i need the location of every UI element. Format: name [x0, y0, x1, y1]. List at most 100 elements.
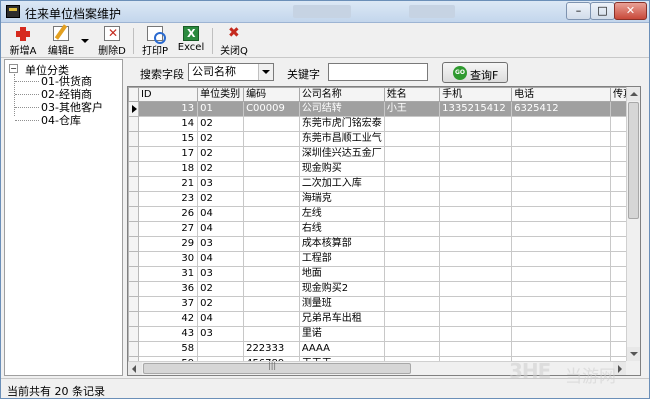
- cell-company[interactable]: 成本核算部: [298, 236, 385, 252]
- cell-company[interactable]: 右线: [298, 221, 385, 237]
- cell-name[interactable]: [383, 131, 441, 147]
- print-button[interactable]: 打印P: [139, 26, 171, 57]
- cell-phone[interactable]: [511, 296, 612, 312]
- cell-id[interactable]: 13: [137, 101, 199, 117]
- cell-company[interactable]: 现金购买: [298, 161, 385, 177]
- cell-category[interactable]: 02: [197, 191, 245, 207]
- table-row[interactable]: 58 222333 AAAA: [128, 341, 640, 357]
- cell-category[interactable]: 02: [197, 281, 245, 297]
- cell-company[interactable]: 地面: [298, 266, 385, 282]
- cell-name[interactable]: [383, 236, 441, 252]
- cell-id[interactable]: 21: [137, 176, 199, 192]
- cell-phone[interactable]: [511, 251, 612, 267]
- cell-mobile[interactable]: [439, 251, 513, 267]
- tree-item-other-customer[interactable]: 03-其他客户: [41, 101, 103, 114]
- column-header-name[interactable]: 姓名: [383, 87, 441, 102]
- cell-phone[interactable]: [511, 146, 612, 162]
- cell-phone[interactable]: [511, 341, 612, 357]
- records-grid[interactable]: ID 单位类别 编码 公司名称 姓名 手机 电话 传真 13 01 C00009 公司…: [127, 86, 641, 376]
- cell-code[interactable]: [243, 296, 300, 312]
- vertical-scrollbar[interactable]: [626, 87, 640, 361]
- cell-id[interactable]: 30: [137, 251, 199, 267]
- table-row[interactable]: 18 02 现金购买: [128, 161, 640, 177]
- row-indicator[interactable]: [128, 251, 139, 267]
- row-indicator[interactable]: [128, 146, 139, 162]
- delete-button[interactable]: 删除D: [95, 26, 129, 57]
- column-header-category[interactable]: 单位类别: [197, 87, 245, 102]
- cell-code[interactable]: [243, 206, 300, 222]
- cell-company[interactable]: 兄弟吊车出租: [298, 311, 385, 327]
- close-button[interactable]: ✕: [614, 2, 647, 20]
- cell-code[interactable]: [243, 311, 300, 327]
- cell-company[interactable]: AAAA: [298, 341, 385, 357]
- row-indicator[interactable]: [128, 161, 139, 177]
- column-header-phone[interactable]: 电话: [511, 87, 612, 102]
- cell-code[interactable]: C00009: [243, 101, 300, 117]
- table-row[interactable]: 27 04 右线: [128, 221, 640, 237]
- cell-name[interactable]: [383, 341, 441, 357]
- scroll-up-icon[interactable]: [627, 87, 640, 101]
- cell-code[interactable]: [243, 176, 300, 192]
- cell-phone[interactable]: [511, 281, 612, 297]
- keyword-input[interactable]: [328, 63, 428, 81]
- chevron-down-icon[interactable]: [258, 64, 273, 80]
- cell-phone[interactable]: [511, 221, 612, 237]
- cell-category[interactable]: 03: [197, 236, 245, 252]
- cell-name[interactable]: [383, 326, 441, 342]
- cell-mobile[interactable]: [439, 116, 513, 132]
- cell-mobile[interactable]: [439, 281, 513, 297]
- cell-category[interactable]: 04: [197, 311, 245, 327]
- cell-id[interactable]: 18: [137, 161, 199, 177]
- row-indicator[interactable]: [128, 101, 139, 117]
- cell-mobile[interactable]: [439, 311, 513, 327]
- cell-name[interactable]: [383, 311, 441, 327]
- cell-name[interactable]: [383, 161, 441, 177]
- search-field-select[interactable]: 公司名称: [188, 63, 274, 81]
- cell-name[interactable]: [383, 191, 441, 207]
- cell-category[interactable]: 02: [197, 131, 245, 147]
- cell-mobile[interactable]: [439, 176, 513, 192]
- maximize-button[interactable]: □: [590, 2, 615, 20]
- cell-phone[interactable]: [511, 191, 612, 207]
- cell-id[interactable]: 29: [137, 236, 199, 252]
- table-row[interactable]: 15 02 东莞市昌顺工业气: [128, 131, 640, 147]
- row-indicator[interactable]: [128, 341, 139, 357]
- cell-phone[interactable]: [511, 236, 612, 252]
- cell-category[interactable]: 02: [197, 161, 245, 177]
- cell-code[interactable]: [243, 236, 300, 252]
- cell-id[interactable]: 37: [137, 296, 199, 312]
- query-button[interactable]: GO 查询F: [442, 62, 508, 83]
- row-indicator[interactable]: [128, 236, 139, 252]
- row-indicator[interactable]: [128, 176, 139, 192]
- cell-code[interactable]: [243, 266, 300, 282]
- cell-code[interactable]: [243, 146, 300, 162]
- cell-phone[interactable]: [511, 326, 612, 342]
- cell-phone[interactable]: [511, 266, 612, 282]
- cell-category[interactable]: 03: [197, 176, 245, 192]
- cell-mobile[interactable]: 1335215412: [439, 101, 513, 117]
- cell-company[interactable]: 测量班: [298, 296, 385, 312]
- add-button[interactable]: 新增A: [7, 26, 39, 57]
- row-indicator[interactable]: [128, 116, 139, 132]
- cell-category[interactable]: 03: [197, 266, 245, 282]
- cell-mobile[interactable]: [439, 206, 513, 222]
- column-header-mobile[interactable]: 手机: [439, 87, 513, 102]
- cell-company[interactable]: 深圳佳兴达五金厂: [298, 146, 385, 162]
- cell-company[interactable]: 东莞市昌顺工业气: [298, 131, 385, 147]
- table-row[interactable]: 21 03 二次加工入库: [128, 176, 640, 192]
- cell-code[interactable]: [243, 191, 300, 207]
- cell-category[interactable]: 04: [197, 221, 245, 237]
- exit-button[interactable]: 关闭Q: [217, 25, 251, 57]
- cell-company[interactable]: 海瑞克: [298, 191, 385, 207]
- column-header-id[interactable]: ID: [137, 87, 199, 102]
- cell-code[interactable]: [243, 131, 300, 147]
- cell-category[interactable]: 03: [197, 326, 245, 342]
- cell-name[interactable]: [383, 221, 441, 237]
- scroll-thumb[interactable]: [628, 102, 639, 219]
- cell-id[interactable]: 27: [137, 221, 199, 237]
- scroll-left-icon[interactable]: [128, 362, 142, 375]
- tree-collapse-toggle[interactable]: −: [9, 64, 18, 73]
- tree-item-warehouse[interactable]: 04-仓库: [41, 114, 81, 127]
- cell-code[interactable]: [243, 221, 300, 237]
- cell-name[interactable]: [383, 176, 441, 192]
